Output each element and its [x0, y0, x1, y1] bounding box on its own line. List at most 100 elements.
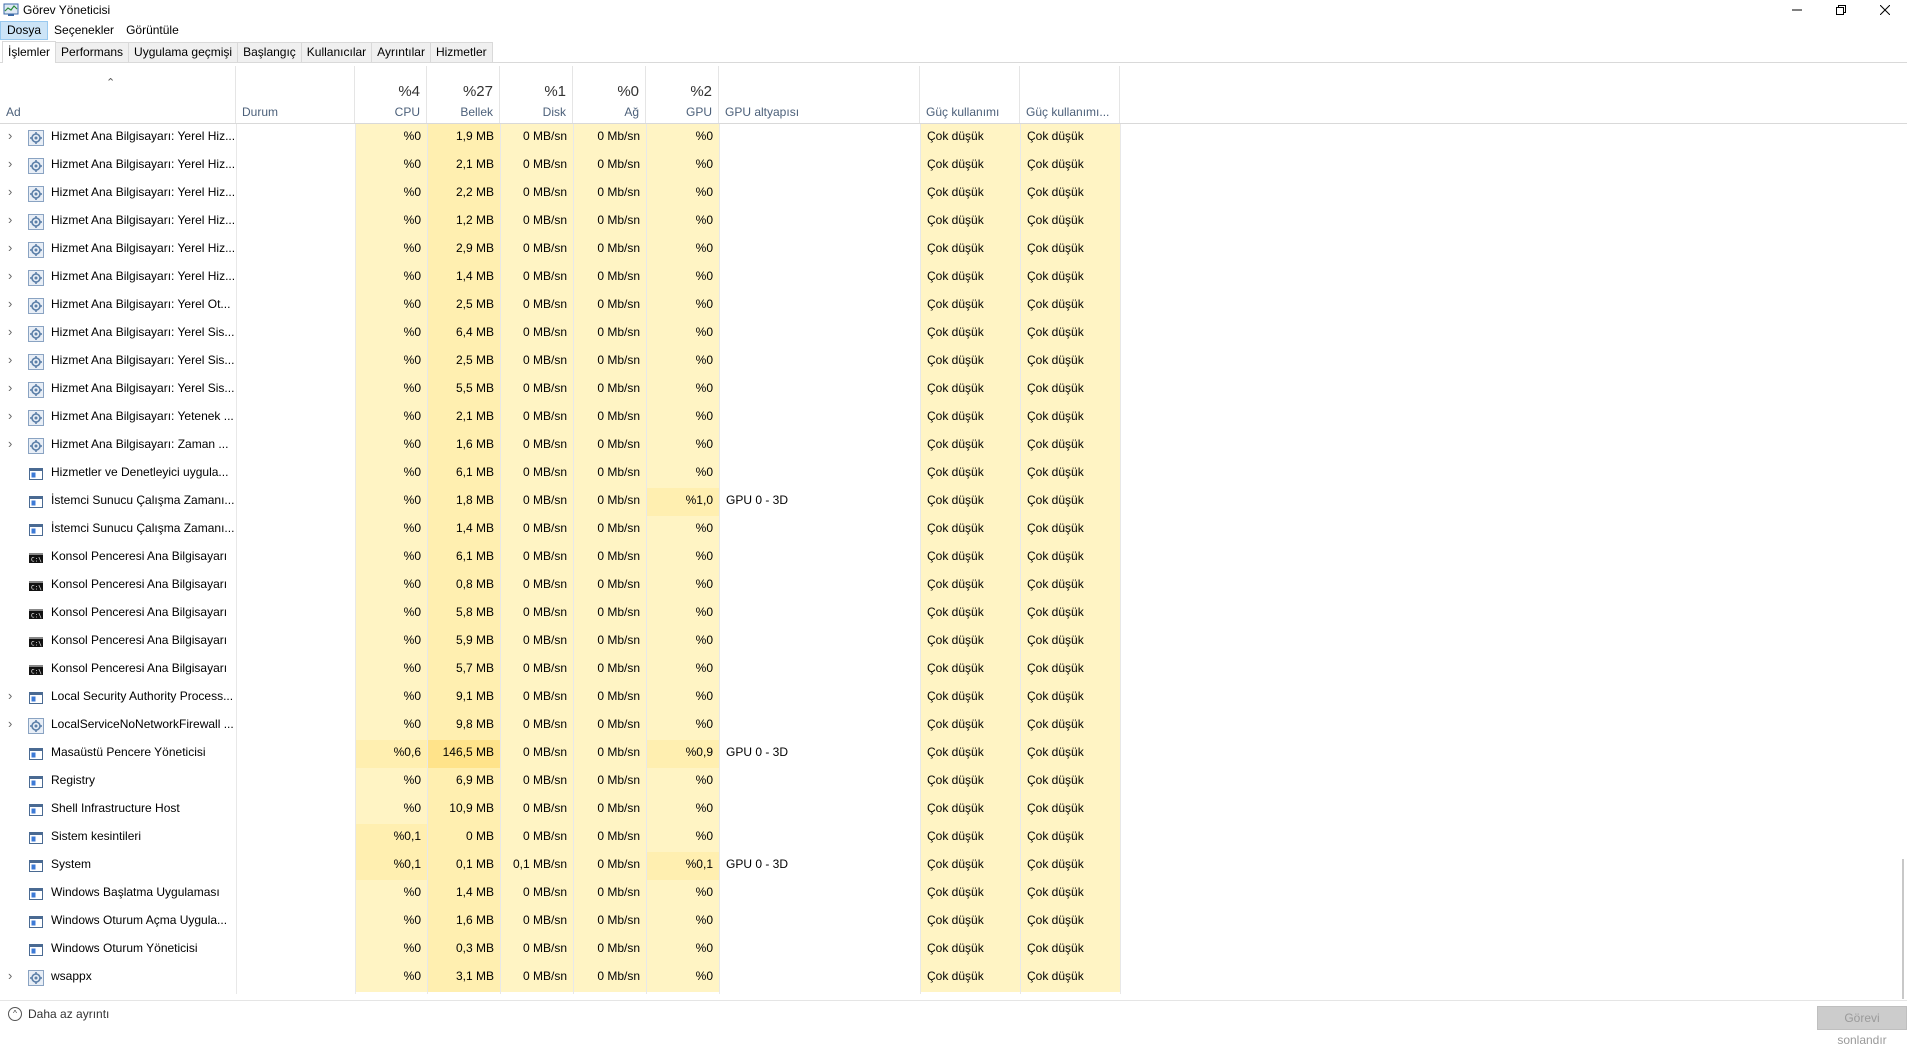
table-row[interactable]: › wsappx %0 3,1 MB 0 MB/sn 0 Mb/sn %0 Çok düşük…	[0, 964, 1120, 992]
expand-chevron-icon[interactable]: ›	[8, 180, 20, 208]
table-row[interactable]: › Hizmet Ana Bilgisayarı: Yerel Hiz... %0 1…	[0, 208, 1120, 236]
minimize-button[interactable]	[1775, 0, 1819, 20]
disk-value: 0 MB/sn	[500, 124, 573, 152]
gpu-engine-value	[719, 628, 920, 656]
table-row[interactable]: › Hizmet Ana Bilgisayarı: Yerel Sis... %0 6…	[0, 320, 1120, 348]
gpu-value: %0	[646, 208, 719, 236]
fewer-details-button[interactable]: ^ Daha az ayrıntı	[8, 1007, 109, 1021]
menu-file[interactable]: Dosya	[0, 20, 49, 40]
expand-chevron-icon[interactable]: ›	[8, 404, 20, 432]
power-usage-value: Çok düşük	[920, 768, 1020, 796]
network-value: 0 Mb/sn	[573, 544, 646, 572]
table-row[interactable]: C:\ Konsol Penceresi Ana Bilgisayarı %0 0,8…	[0, 572, 1120, 600]
table-row[interactable]: › Hizmet Ana Bilgisayarı: Yerel Hiz... %0 2…	[0, 152, 1120, 180]
expand-chevron-icon[interactable]: ›	[8, 292, 20, 320]
gpu-value: %0	[646, 768, 719, 796]
tab-performance[interactable]: Performans	[55, 42, 130, 62]
expand-chevron-icon[interactable]: ›	[8, 964, 20, 992]
table-row[interactable]: Masaüstü Pencere Yöneticisi %0,6 146,5 MB 0…	[0, 740, 1120, 768]
table-row[interactable]: › Hizmet Ana Bilgisayarı: Yerel Hiz... %0 1…	[0, 264, 1120, 292]
network-value: 0 Mb/sn	[573, 376, 646, 404]
table-row[interactable]: › Hizmet Ana Bilgisayarı: Zaman ... %0 1,6 …	[0, 432, 1120, 460]
window-icon	[28, 858, 44, 874]
expand-chevron-icon[interactable]: ›	[8, 124, 20, 152]
header-name[interactable]: ⌃ Ad	[0, 66, 236, 123]
table-row[interactable]: Windows Oturum Açma Uygula... %0 1,6 MB 0 M…	[0, 908, 1120, 936]
tab-users[interactable]: Kullanıcılar	[300, 42, 373, 62]
table-row[interactable]: › Hizmet Ana Bilgisayarı: Yerel Sis... %0 2…	[0, 348, 1120, 376]
table-row[interactable]: C:\ Konsol Penceresi Ana Bilgisayarı %0 5,9…	[0, 628, 1120, 656]
power-trend-value: Çok düşük	[1020, 936, 1120, 964]
header-gpu-engine[interactable]: GPU altyapısı	[719, 66, 920, 123]
expand-chevron-icon[interactable]: ›	[8, 320, 20, 348]
table-row[interactable]: Shell Infrastructure Host %0 10,9 MB 0 MB/s…	[0, 796, 1120, 824]
cpu-value: %0	[355, 516, 427, 544]
memory-value: 1,9 MB	[427, 124, 500, 152]
header-status-label: Durum	[242, 105, 279, 119]
header-network-pct: %0	[617, 83, 639, 100]
table-row[interactable]: C:\ Konsol Penceresi Ana Bilgisayarı %0 5,7…	[0, 656, 1120, 684]
header-status[interactable]: Durum	[236, 66, 355, 123]
process-name: İstemci Sunucu Çalışma Zamanı...	[51, 493, 235, 507]
disk-value: 0 MB/sn	[500, 712, 573, 740]
expand-chevron-icon[interactable]: ›	[8, 236, 20, 264]
end-task-button[interactable]: Görevi sonlandır	[1817, 1006, 1907, 1047]
menu-options[interactable]: Seçenekler	[48, 21, 120, 40]
expand-chevron-icon[interactable]: ›	[8, 208, 20, 236]
menu-view[interactable]: Görüntüle	[120, 21, 185, 40]
header-gpu-label: GPU	[685, 105, 712, 119]
expand-chevron-icon[interactable]: ›	[8, 432, 20, 460]
header-power[interactable]: Güç kullanımı	[920, 66, 1020, 123]
table-row[interactable]: › Hizmet Ana Bilgisayarı: Yerel Hiz... %0 2…	[0, 236, 1120, 264]
table-row[interactable]: C:\ Konsol Penceresi Ana Bilgisayarı %0 6,1…	[0, 544, 1120, 572]
disk-value: 0 MB/sn	[500, 740, 573, 768]
expand-chevron-icon[interactable]: ›	[8, 712, 20, 740]
gpu-value: %0	[646, 572, 719, 600]
tab-app-history[interactable]: Uygulama geçmişi	[128, 42, 239, 62]
table-row[interactable]: › Hizmet Ana Bilgisayarı: Yerel Hiz... %0 1…	[0, 124, 1120, 152]
table-row[interactable]: İstemci Sunucu Çalışma Zamanı... %0 1,8 MB…	[0, 488, 1120, 516]
table-row[interactable]: Hizmetler ve Denetleyici uygula... %0 6,1 …	[0, 460, 1120, 488]
cpu-value: %0	[355, 432, 427, 460]
tab-processes[interactable]: İşlemler	[2, 41, 57, 63]
header-network[interactable]: %0 Ağ	[573, 66, 646, 123]
gpu-value: %0,9	[646, 740, 719, 768]
table-row[interactable]: › Hizmet Ana Bilgisayarı: Yerel Hiz... %0 2…	[0, 180, 1120, 208]
table-row[interactable]: › Hizmet Ana Bilgisayarı: Yerel Ot... %0 2,…	[0, 292, 1120, 320]
table-row[interactable]: C:\ Konsol Penceresi Ana Bilgisayarı %0 5,8…	[0, 600, 1120, 628]
table-row[interactable]: Registry %0 6,9 MB 0 MB/sn 0 Mb/sn %0 Çok düşü…	[0, 768, 1120, 796]
power-usage-value: Çok düşük	[920, 152, 1020, 180]
expand-chevron-icon[interactable]: ›	[8, 152, 20, 180]
header-memory[interactable]: %27 Bellek	[427, 66, 500, 123]
gpu-engine-value	[719, 796, 920, 824]
expand-chevron-icon[interactable]: ›	[8, 684, 20, 712]
table-row[interactable]: Sistem kesintileri %0,1 0 MB 0 MB/sn 0 Mb/sn…	[0, 824, 1120, 852]
expand-chevron-icon[interactable]: ›	[8, 264, 20, 292]
table-row[interactable]: System %0,1 0,1 MB 0,1 MB/sn 0 Mb/sn %0,1 GPU …	[0, 852, 1120, 880]
tab-startup[interactable]: Başlangıç	[237, 42, 302, 62]
expand-chevron-icon[interactable]: ›	[8, 376, 20, 404]
scrollbar-thumb[interactable]	[1902, 859, 1904, 999]
vertical-scrollbar[interactable]	[1893, 124, 1907, 999]
restore-button[interactable]	[1819, 0, 1863, 20]
gpu-value: %0,1	[646, 852, 719, 880]
tab-details[interactable]: Ayrıntılar	[371, 42, 431, 62]
header-disk[interactable]: %1 Disk	[500, 66, 573, 123]
table-row[interactable]: › Local Security Authority Process... %0 9,…	[0, 684, 1120, 712]
power-trend-value: Çok düşük	[1020, 628, 1120, 656]
close-button[interactable]	[1863, 0, 1907, 20]
header-gpu[interactable]: %2 GPU	[646, 66, 719, 123]
table-row[interactable]: › Hizmet Ana Bilgisayarı: Yetenek ... %0 2,…	[0, 404, 1120, 432]
expand-chevron-icon[interactable]: ›	[8, 348, 20, 376]
table-row[interactable]: › Hizmet Ana Bilgisayarı: Yerel Sis... %0 5…	[0, 376, 1120, 404]
table-row[interactable]: İstemci Sunucu Çalışma Zamanı... %0 1,4 MB…	[0, 516, 1120, 544]
header-power-trend[interactable]: Güç kullanımı...	[1020, 66, 1120, 123]
tab-services[interactable]: Hizmetler	[429, 42, 493, 62]
table-row[interactable]: › LocalServiceNoNetworkFirewall ... %0 9,8 …	[0, 712, 1120, 740]
table-row[interactable]: Windows Oturum Yöneticisi %0 0,3 MB 0 MB/sn…	[0, 936, 1120, 964]
disk-value: 0 MB/sn	[500, 460, 573, 488]
disk-value: 0 MB/sn	[500, 768, 573, 796]
gpu-engine-value	[719, 964, 920, 992]
header-cpu[interactable]: %4 CPU	[355, 66, 427, 123]
table-row[interactable]: Windows Başlatma Uygulaması %0 1,4 MB 0 MB/…	[0, 880, 1120, 908]
